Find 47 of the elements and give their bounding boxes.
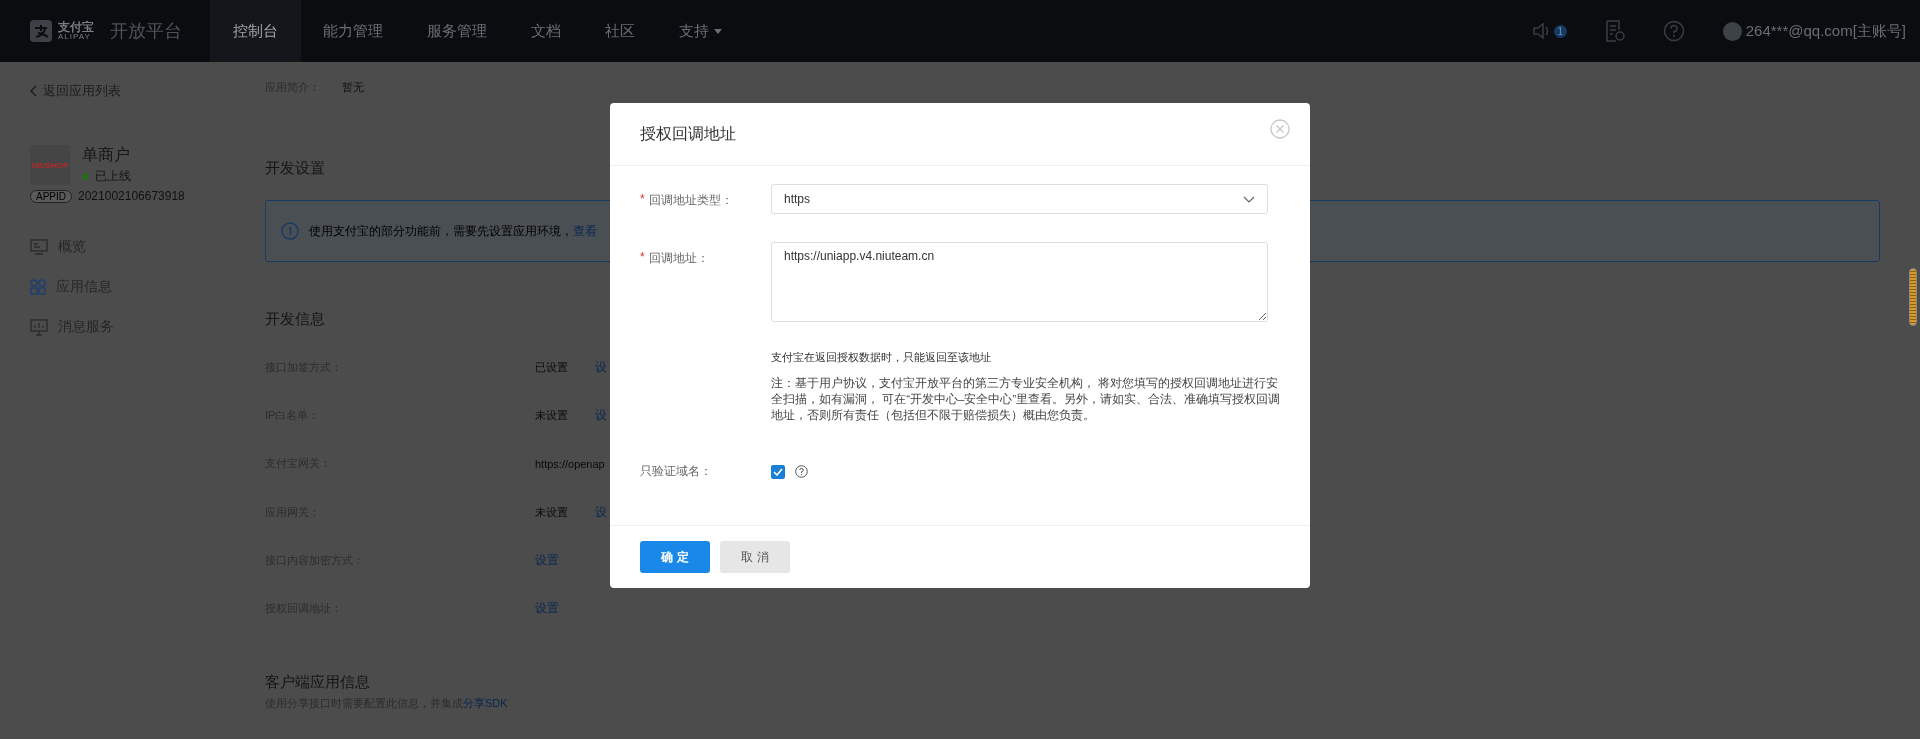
- note-text: 注：基于用户协议，支付宝开放平台的第三方专业安全机构， 将对您填写的授权回调地址进行安全扫描，如有漏洞， 可在“开发中心–安全中心”里查看。另外，请如实、合法、准确填写授权回调地址，否则所有责任（包括但不限于赔偿损失）概由您负责。: [771, 376, 1281, 423]
- account-name[interactable]: 264***@qq.com[主账号]: [1745, 21, 1906, 41]
- set-link[interactable]: 设: [595, 503, 607, 521]
- field-label: 回调地址类型：: [648, 192, 733, 209]
- nav-tab[interactable]: 文档: [509, 0, 583, 62]
- info-icon: [281, 222, 299, 240]
- monitor-icon: [30, 239, 48, 255]
- chart-icon: [30, 318, 48, 336]
- nav-tab[interactable]: 控制台: [210, 0, 301, 62]
- notification-badge: 1: [1553, 24, 1567, 38]
- confirm-button[interactable]: 确 定: [640, 541, 710, 573]
- banner-link[interactable]: 查看: [573, 222, 597, 240]
- logo-text: 支付宝: [58, 21, 94, 33]
- url-input[interactable]: https://uniapp.v4.niuteam.cn: [771, 242, 1268, 322]
- nav-tab[interactable]: 社区: [583, 0, 657, 62]
- set-link[interactable]: 设: [595, 358, 607, 376]
- help-icon[interactable]: [795, 465, 808, 478]
- field-label: 回调地址：: [648, 250, 709, 267]
- logo-subtext: ALIPAY: [58, 33, 92, 41]
- type-select[interactable]: https: [771, 184, 1268, 214]
- app-logo-text: NIUSHOP: [31, 160, 69, 170]
- checkbox[interactable]: [771, 464, 785, 479]
- sdk-link[interactable]: 分享SDK: [463, 696, 508, 709]
- grid-icon: [30, 279, 46, 295]
- scrollbar[interactable]: [1909, 268, 1917, 326]
- nav-tab[interactable]: 能力管理: [301, 0, 405, 62]
- set-link[interactable]: 设: [595, 406, 607, 424]
- field-label: 只验证域名：: [640, 463, 713, 480]
- nav-tab[interactable]: 服务管理: [405, 0, 509, 62]
- chevron-left-icon: [30, 85, 37, 97]
- document-icon[interactable]: [1604, 20, 1625, 42]
- field-value: https://openap: [535, 457, 605, 470]
- banner-text: 使用支付宝的部分功能前，需要先设置应用环境，: [309, 222, 573, 240]
- appid: 2021002106673918: [78, 189, 185, 203]
- hint-text: 支付宝在返回授权数据时，只能返回至该地址: [771, 350, 992, 365]
- required-mark: *: [640, 250, 645, 266]
- avatar[interactable]: [1722, 21, 1742, 41]
- close-icon[interactable]: [1270, 119, 1290, 139]
- status-dot: [82, 173, 89, 180]
- logo-icon: [30, 20, 52, 42]
- cancel-button[interactable]: 取 消: [720, 541, 790, 573]
- dialog-title: 授权回调地址: [640, 123, 736, 144]
- appid-tag: APPID: [30, 189, 72, 203]
- nav-tab[interactable]: 支持: [657, 0, 744, 62]
- chevron-down-icon: [1243, 195, 1255, 203]
- required-mark: *: [640, 192, 645, 208]
- platform-title: 开放平台: [110, 20, 182, 43]
